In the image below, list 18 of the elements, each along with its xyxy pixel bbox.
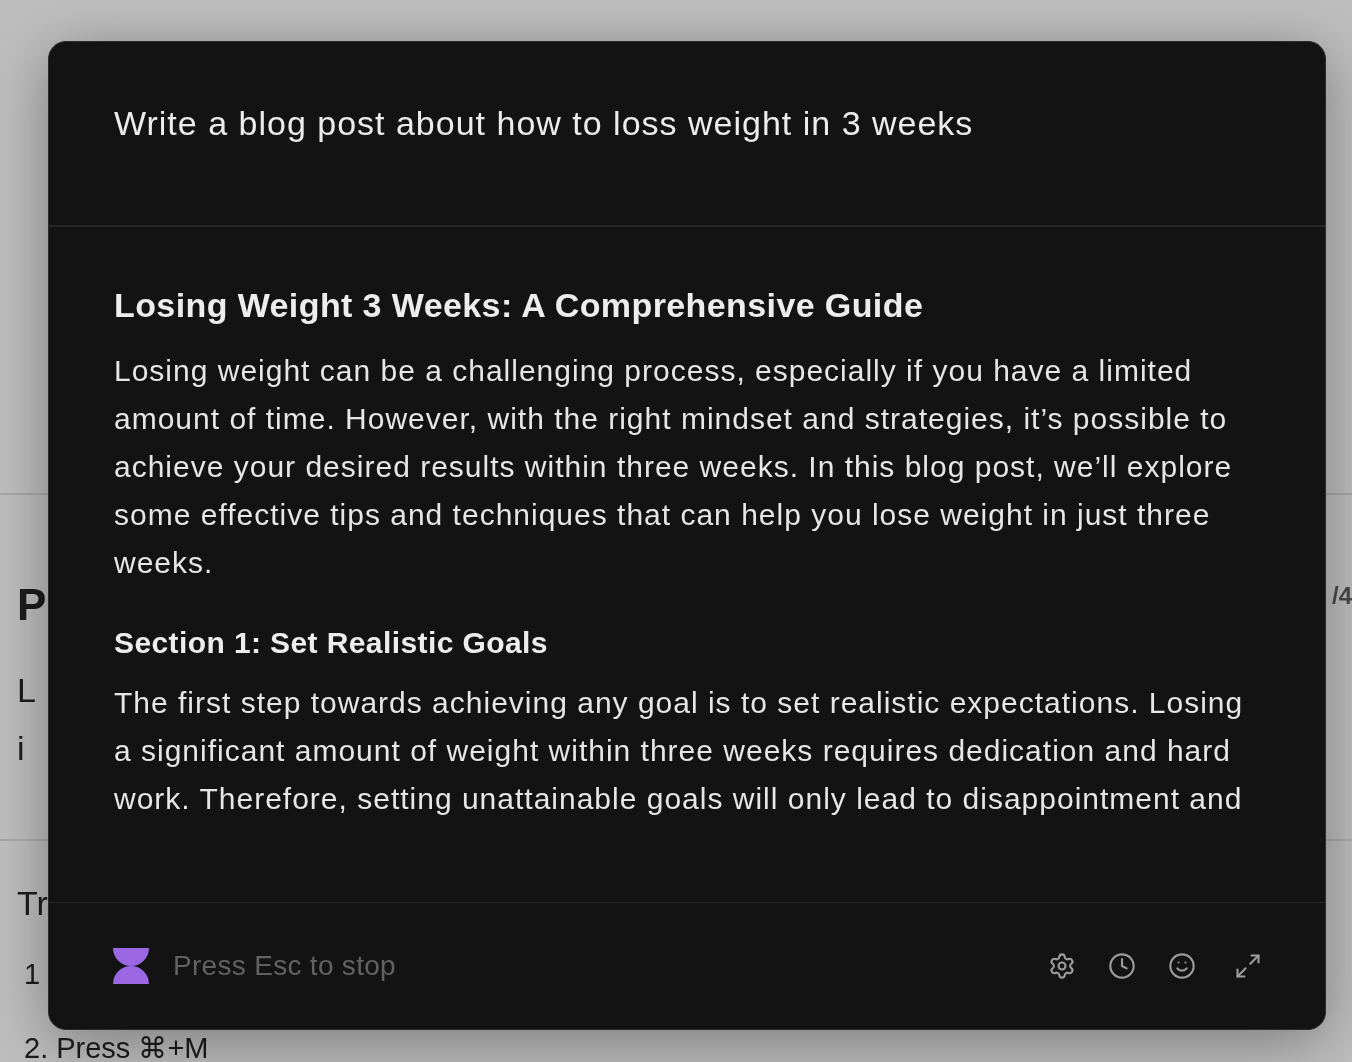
expand-icon[interactable] xyxy=(1234,952,1262,980)
list-item-text: 1 xyxy=(24,959,41,989)
list-item-text: 2. Press ⌘+M xyxy=(24,1033,209,1062)
response-subheading: Section 1: Set Realistic Goals xyxy=(114,625,549,661)
status-text: Press Esc to stop xyxy=(173,949,396,983)
clock-icon[interactable] xyxy=(1108,952,1136,980)
response-heading: Losing Weight 3 Weeks: A Comprehensive Guide xyxy=(114,285,925,325)
page-counter: /4 xyxy=(1332,581,1352,611)
settings-icon[interactable] xyxy=(1048,952,1076,980)
prompt-text[interactable]: Write a blog post about how to loss weight in 3 weeks xyxy=(114,103,1260,143)
page-heading: P xyxy=(17,579,47,631)
response-paragraph: The first step towards achieving any goal is to set realistic expectations. Losing a significant amount of weight within three weeks requires dedication and hard work. Therefore, setting unattainable goals will only lead to disappointment and xyxy=(114,685,1245,817)
smiley-icon[interactable] xyxy=(1168,952,1196,980)
page-text: i xyxy=(17,728,25,769)
page-text: L xyxy=(17,670,36,711)
response-paragraph: Losing weight can be a challenging process, especially if you have a limited amount of time. However, with the right mindset and strategies, it’s possible to achieve your desired results within three weeks. In this blog post, we’ll explore some effective tips and techniques that can help you lose weight in just three weeks. xyxy=(114,353,1234,581)
page-subheading: Tr xyxy=(17,883,48,923)
logo-icon xyxy=(113,948,149,984)
